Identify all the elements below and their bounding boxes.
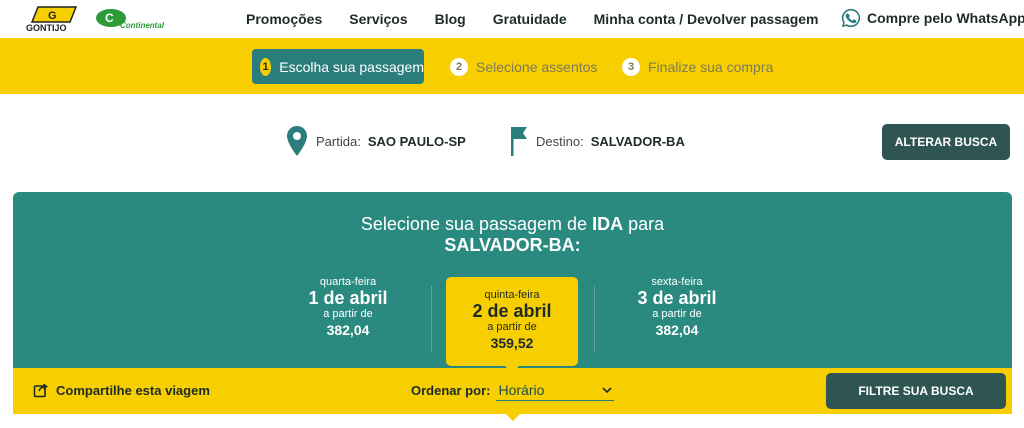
progress-steps: 1 Escolha sua passagem 2 Selecione assen… [0,38,1024,94]
nav-minha-conta[interactable]: Minha conta / Devolver passagem [594,11,819,27]
step-label: Finalize sua compra [648,58,774,75]
date-price: 382,04 [655,322,699,338]
whatsapp-link[interactable]: Compre pelo WhatsApp [840,6,1024,30]
step-label: Selecione assentos [476,58,598,75]
date-price: 382,04 [326,322,370,338]
sort-control: Ordenar por: Horário [411,379,615,401]
date-option[interactable]: quarta-feira 1 de abril a partir de 382,… [283,276,413,339]
origin-label: Partida: [316,133,361,149]
date-from-label: a partir de [487,321,537,333]
date-divider [431,286,432,352]
nav-blog[interactable]: Blog [435,11,466,27]
flag-icon [511,127,527,156]
step-number: 3 [622,57,640,76]
date-day: 3 de abril [637,288,717,308]
step-number: 2 [450,57,468,76]
continental-logo[interactable]: C Continental [94,7,166,31]
step-finalize: 3 Finalize sua compra [622,49,773,84]
whatsapp-label[interactable]: Compre pelo WhatsApp [867,10,1024,26]
destination-label: Destino: [536,133,584,149]
panel-title: Selecione sua passagem de IDA para SALVA… [13,214,1012,256]
date-option[interactable]: sexta-feira 3 de abril a partir de 382,0… [612,276,742,339]
title-ida: IDA [592,214,624,234]
origin-value: SAO PAULO-SP [367,133,466,149]
date-price: 359,52 [490,335,534,351]
date-from-label: a partir de [323,308,373,320]
alterar-busca-button[interactable]: ALTERAR BUSCA [882,124,1010,160]
toolbar-pointer [506,414,520,421]
destination-value: SALVADOR-BA [590,133,685,149]
map-pin-icon [287,126,307,156]
nav-promocoes[interactable]: Promoções [246,11,322,27]
date-day: 1 de abril [308,288,388,308]
date-option-selected[interactable]: quinta-feira 2 de abril a partir de 359,… [446,277,578,373]
whatsapp-icon [841,8,861,28]
step-escolha[interactable]: 1 Escolha sua passagem [252,49,424,84]
title-destination: SALVADOR-BA: [444,235,581,255]
ticket-selection-panel: Selecione sua passagem de IDA para SALVA… [13,192,1012,373]
chevron-down-icon [602,386,613,393]
svg-text:GONTIJO: GONTIJO [26,23,67,33]
svg-text:G: G [48,10,57,22]
filtre-busca-button[interactable]: FILTRE SUA BUSCA [826,373,1006,409]
step-assentos: 2 Selecione assentos [450,49,597,84]
sort-value: Horário [498,381,545,398]
title-suffix: para [623,214,665,234]
step-number: 1 [260,57,272,76]
date-day: 2 de abril [472,301,552,321]
date-from-label: a partir de [652,308,702,320]
origin-info: Partida: SAO PAULO-SP [286,124,466,158]
share-trip-link[interactable]: Compartilhe esta viagem [33,382,210,398]
sort-select[interactable]: Horário [496,379,615,401]
share-label: Compartilhe esta viagem [56,382,210,398]
main-menu: Promoções Serviços Blog Gratuidade Minha… [246,0,846,38]
svg-text:C: C [105,11,114,25]
share-icon [33,383,48,398]
results-toolbar: Compartilhe esta viagem Ordenar por: Hor… [13,368,1012,421]
gontijo-logo[interactable]: G GONTIJO [24,5,84,33]
date-divider [594,286,595,352]
step-label: Escolha sua passagem [279,58,424,75]
nav-servicos[interactable]: Serviços [349,11,407,27]
nav-gratuidade[interactable]: Gratuidade [493,11,567,27]
sort-label: Ordenar por: [411,382,491,398]
svg-text:Continental: Continental [120,21,165,30]
destination-info: Destino: SALVADOR-BA [508,124,685,158]
top-navigation: G GONTIJO C Continental Promoções Serviç… [0,0,1024,38]
title-prefix: Selecione sua passagem de [360,214,593,234]
